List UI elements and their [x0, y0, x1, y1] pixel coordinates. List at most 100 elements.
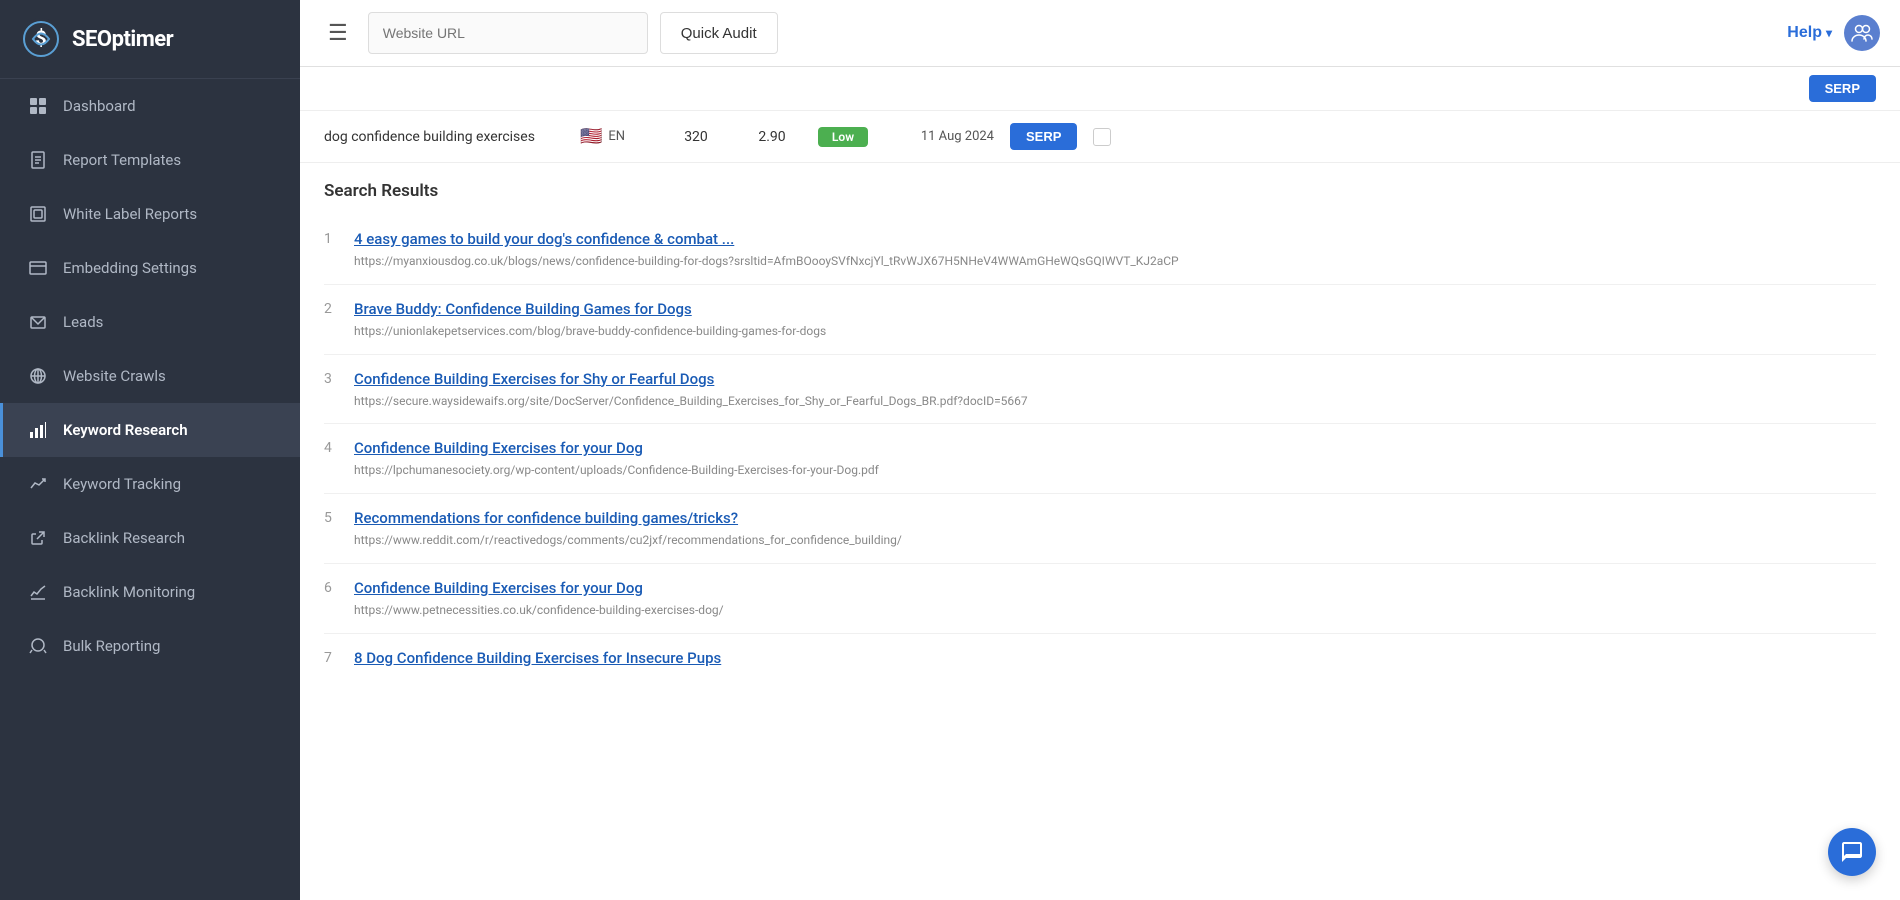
sidebar: $ SEOptimer Dashboard Report Templates W…	[0, 0, 300, 900]
row-checkbox[interactable]	[1093, 128, 1111, 146]
sidebar-item-label: Backlink Research	[63, 529, 185, 547]
sidebar-item-label: Backlink Monitoring	[63, 583, 195, 601]
result-content: Confidence Building Exercises for Shy or…	[354, 369, 1876, 410]
quick-audit-button[interactable]: Quick Audit	[660, 12, 778, 54]
result-item: 7 8 Dog Confidence Building Exercises fo…	[324, 634, 1876, 683]
help-button[interactable]: Help ▾	[1787, 24, 1832, 42]
result-content: 8 Dog Confidence Building Exercises for …	[354, 648, 1876, 669]
result-title[interactable]: Confidence Building Exercises for Shy or…	[354, 369, 1876, 390]
result-content: Recommendations for confidence building …	[354, 508, 1876, 549]
content-area: SERP dog confidence building exercises 🇺…	[300, 67, 1900, 900]
result-title[interactable]: Confidence Building Exercises for your D…	[354, 438, 1876, 459]
sidebar-item-keyword-research[interactable]: Keyword Research	[0, 403, 300, 457]
sidebar-item-bulk-reporting[interactable]: Bulk Reporting	[0, 619, 300, 673]
backlink-research-icon	[27, 527, 49, 549]
result-number: 1	[324, 231, 342, 247]
result-item: 4 Confidence Building Exercises for your…	[324, 424, 1876, 494]
sidebar-item-website-crawls[interactable]: Website Crawls	[0, 349, 300, 403]
cpc-value: 2.90	[742, 129, 802, 145]
result-title[interactable]: Recommendations for confidence building …	[354, 508, 1876, 529]
result-content: Confidence Building Exercises for your D…	[354, 578, 1876, 619]
logo-text: SEOptimer	[72, 27, 173, 52]
sidebar-item-report-templates[interactable]: Report Templates	[0, 133, 300, 187]
sidebar-item-label: Report Templates	[63, 151, 181, 169]
sidebar-item-label: Embedding Settings	[63, 259, 197, 277]
svg-text:$: $	[35, 26, 46, 50]
result-row: 3 Confidence Building Exercises for Shy …	[324, 369, 1876, 410]
sidebar-item-white-label-reports[interactable]: White Label Reports	[0, 187, 300, 241]
result-url: https://www.petnecessities.co.uk/confide…	[354, 602, 1876, 619]
result-url: https://www.reddit.com/r/reactivedogs/co…	[354, 532, 1876, 549]
avatar[interactable]	[1844, 15, 1880, 51]
flag-icon: 🇺🇸	[580, 126, 602, 147]
keyword-row: dog confidence building exercises 🇺🇸 EN …	[300, 111, 1900, 163]
keyword-tracking-icon	[27, 473, 49, 495]
sidebar-item-leads[interactable]: Leads	[0, 295, 300, 349]
result-row: 1 4 easy games to build your dog's confi…	[324, 229, 1876, 270]
sidebar-item-label: Bulk Reporting	[63, 637, 160, 655]
result-item: 1 4 easy games to build your dog's confi…	[324, 215, 1876, 285]
result-url: https://lpchumanesociety.org/wp-content/…	[354, 462, 1876, 479]
result-number: 4	[324, 440, 342, 456]
keyword-text: dog confidence building exercises	[324, 129, 564, 145]
keyword-research-icon	[27, 419, 49, 441]
sidebar-item-label: Leads	[63, 313, 103, 331]
serp-button[interactable]: SERP	[1010, 123, 1077, 150]
sidebar-item-backlink-monitoring[interactable]: Backlink Monitoring	[0, 565, 300, 619]
website-crawls-icon	[27, 365, 49, 387]
result-title[interactable]: 8 Dog Confidence Building Exercises for …	[354, 648, 1876, 669]
url-input[interactable]	[368, 12, 648, 54]
logo-icon: $	[20, 18, 62, 60]
date-value: 11 Aug 2024	[884, 129, 994, 144]
chat-bubble[interactable]	[1828, 828, 1876, 876]
sidebar-item-backlink-research[interactable]: Backlink Research	[0, 511, 300, 565]
result-number: 2	[324, 301, 342, 317]
result-content: Brave Buddy: Confidence Building Games f…	[354, 299, 1876, 340]
report-templates-icon	[27, 149, 49, 171]
result-item: 6 Confidence Building Exercises for your…	[324, 564, 1876, 634]
result-url: https://myanxiousdog.co.uk/blogs/news/co…	[354, 253, 1876, 270]
result-title[interactable]: 4 easy games to build your dog's confide…	[354, 229, 1876, 250]
sidebar-item-label: Website Crawls	[63, 367, 166, 385]
user-icon	[1850, 21, 1874, 45]
sidebar-item-keyword-tracking[interactable]: Keyword Tracking	[0, 457, 300, 511]
result-row: 7 8 Dog Confidence Building Exercises fo…	[324, 648, 1876, 669]
dashboard-icon	[27, 95, 49, 117]
bulk-reporting-icon	[27, 635, 49, 657]
volume-value: 320	[666, 129, 726, 145]
results-list: 1 4 easy games to build your dog's confi…	[324, 215, 1876, 683]
result-url: https://secure.waysidewaifs.org/site/Doc…	[354, 393, 1876, 410]
search-results-header: Search Results	[324, 163, 1876, 215]
result-row: 5 Recommendations for confidence buildin…	[324, 508, 1876, 549]
result-number: 7	[324, 650, 342, 666]
nav-list: Dashboard Report Templates White Label R…	[0, 79, 300, 673]
result-content: 4 easy games to build your dog's confide…	[354, 229, 1876, 270]
menu-toggle-button[interactable]: ☰	[320, 16, 356, 50]
result-title[interactable]: Confidence Building Exercises for your D…	[354, 578, 1876, 599]
result-number: 3	[324, 371, 342, 387]
help-label: Help	[1787, 24, 1822, 42]
main-content: ☰ Quick Audit Help ▾ SERP dog confidence…	[300, 0, 1900, 900]
flag-lang: 🇺🇸 EN	[580, 126, 650, 147]
top-action-row: SERP	[300, 67, 1900, 111]
result-row: 2 Brave Buddy: Confidence Building Games…	[324, 299, 1876, 340]
logo: $ SEOptimer	[0, 0, 300, 79]
result-title[interactable]: Brave Buddy: Confidence Building Games f…	[354, 299, 1876, 320]
top-serp-button[interactable]: SERP	[1809, 75, 1876, 102]
sidebar-item-label: White Label Reports	[63, 205, 197, 223]
chat-icon	[1840, 840, 1864, 864]
sidebar-item-embedding-settings[interactable]: Embedding Settings	[0, 241, 300, 295]
header: ☰ Quick Audit Help ▾	[300, 0, 1900, 67]
result-item: 3 Confidence Building Exercises for Shy …	[324, 355, 1876, 425]
competition-badge: Low	[818, 127, 868, 147]
result-content: Confidence Building Exercises for your D…	[354, 438, 1876, 479]
chevron-down-icon: ▾	[1826, 26, 1832, 40]
sidebar-item-dashboard[interactable]: Dashboard	[0, 79, 300, 133]
result-number: 6	[324, 580, 342, 596]
result-item: 2 Brave Buddy: Confidence Building Games…	[324, 285, 1876, 355]
result-row: 4 Confidence Building Exercises for your…	[324, 438, 1876, 479]
result-row: 6 Confidence Building Exercises for your…	[324, 578, 1876, 619]
sidebar-item-label: Keyword Tracking	[63, 475, 181, 493]
search-results-container: Search Results 1 4 easy games to build y…	[300, 163, 1900, 707]
lang-label: EN	[608, 129, 625, 144]
